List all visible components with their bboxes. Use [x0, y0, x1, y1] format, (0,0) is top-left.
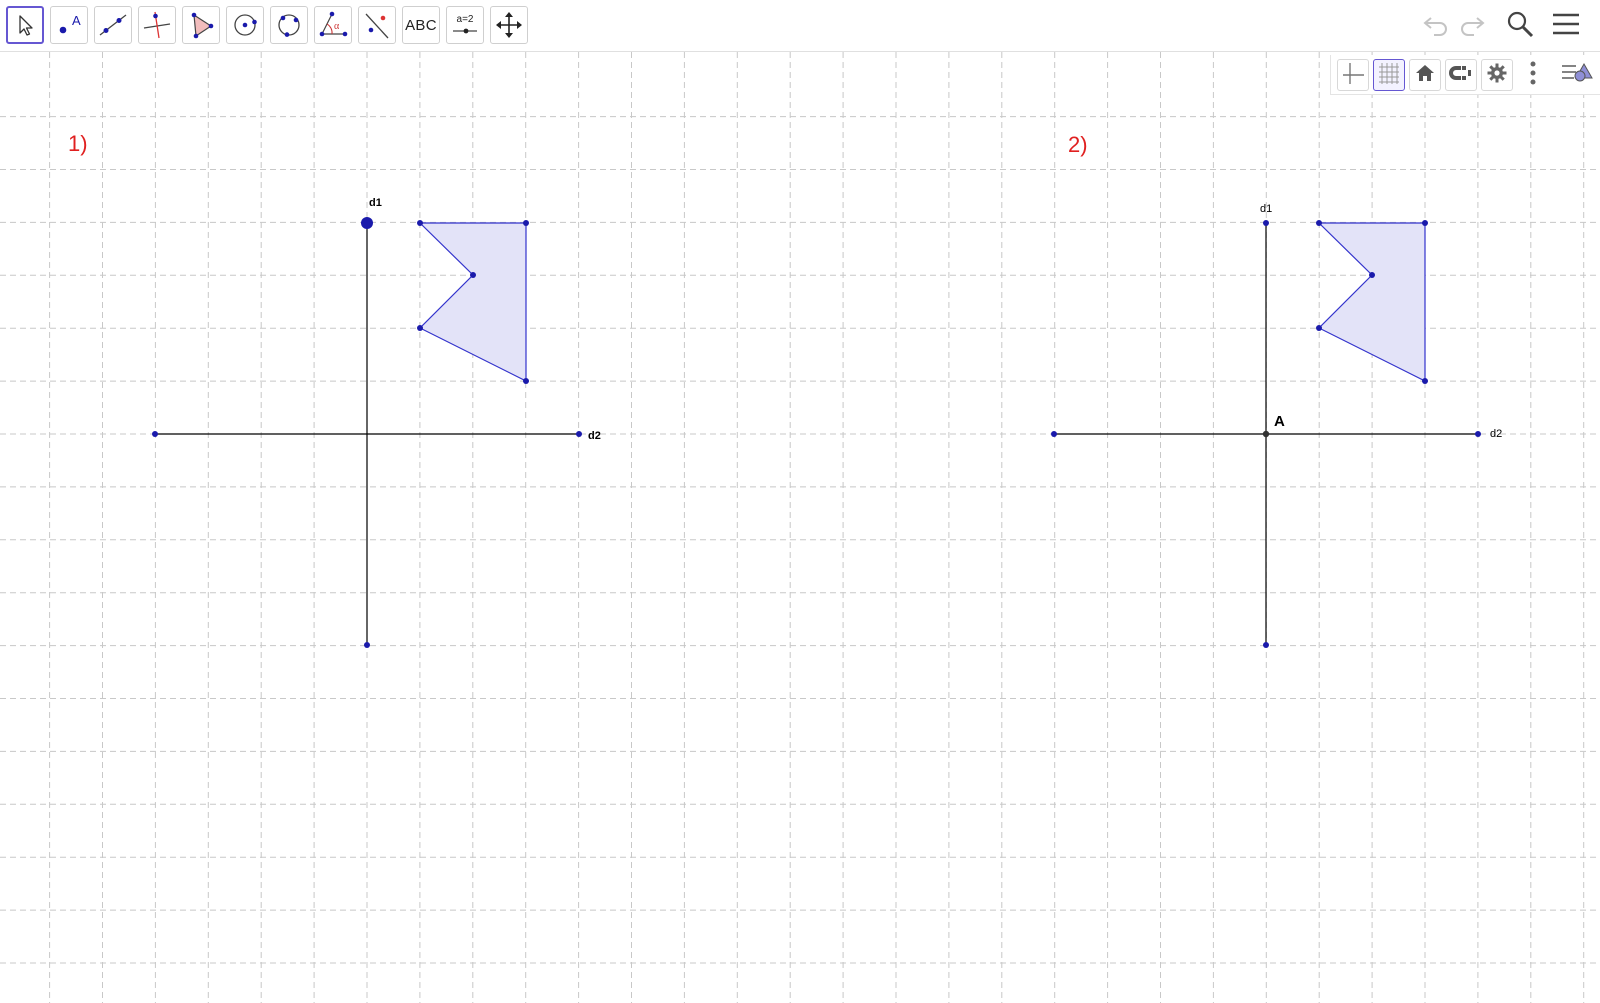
figure-2-vertex[interactable] [1422, 378, 1428, 384]
perpendicular-tool-button[interactable] [138, 6, 176, 44]
grid [0, 52, 1600, 1003]
figure-1-d1-label: d1 [369, 197, 382, 209]
move-graphics-tool-button[interactable] [490, 6, 528, 44]
angle-icon: α [318, 10, 348, 40]
more-options-button[interactable] [1517, 59, 1549, 91]
redo-button[interactable] [1454, 8, 1490, 44]
polygon-icon [186, 10, 216, 40]
perpendicular-line-icon [142, 10, 172, 40]
style-bar-toggle-icon [1560, 60, 1594, 91]
figure-2-point-d2-left[interactable] [1051, 431, 1057, 437]
main-menu-button[interactable] [1548, 8, 1584, 44]
figure-2-label: 2) [1068, 132, 1088, 157]
circle-three-points-tool-button[interactable] [270, 6, 308, 44]
search-icon [1505, 9, 1535, 44]
figure-2-point-d2-right[interactable] [1475, 431, 1481, 437]
slider-tool-button[interactable]: a=2 [446, 6, 484, 44]
circle-three-points-icon [274, 10, 304, 40]
figure-1-d2-label: d2 [588, 430, 601, 442]
toggle-axes-button[interactable] [1337, 59, 1369, 91]
undo-button[interactable] [1418, 8, 1454, 44]
figure-2-vertex[interactable] [1422, 220, 1428, 226]
point-capturing-icon [1448, 62, 1474, 89]
figure-2-vertex[interactable] [1316, 325, 1322, 331]
text-tool-button[interactable]: ABC [402, 6, 440, 44]
slider-tool-label: a=2 [457, 14, 474, 25]
toolbar: A α ABC a=2 [0, 0, 1600, 52]
more-vertical-icon [1528, 60, 1538, 91]
toggle-grid-button[interactable] [1373, 59, 1405, 91]
figure-1-point-d1-top[interactable] [361, 217, 373, 229]
angle-tool-button[interactable]: α [314, 6, 352, 44]
point-tool-glyph: A [72, 13, 81, 28]
reflect-tool-button[interactable] [358, 6, 396, 44]
point-capturing-button[interactable] [1445, 59, 1477, 91]
axes-icon [1341, 61, 1365, 90]
polygon-tool-button[interactable] [182, 6, 220, 44]
figure-2-point-d1-top[interactable] [1263, 220, 1269, 226]
gear-icon [1486, 62, 1508, 89]
figure-1-vertex[interactable] [417, 220, 423, 226]
search-button[interactable] [1502, 8, 1538, 44]
figure-1-label: 1) [68, 131, 88, 156]
figure-2: 2) d1 d2 A [1051, 132, 1502, 648]
figure-1-vertex[interactable] [470, 272, 476, 278]
figure-1-vertex[interactable] [523, 378, 529, 384]
settings-button[interactable] [1481, 59, 1513, 91]
move-tool-button[interactable] [6, 6, 44, 44]
figure-2-d1-label: d1 [1260, 203, 1272, 215]
redo-icon [1458, 12, 1486, 41]
style-bar-toggle-button[interactable] [1561, 59, 1593, 91]
figure-2-vertex[interactable] [1369, 272, 1375, 278]
grid-icon [1377, 61, 1401, 90]
text-tool-label: ABC [405, 16, 437, 34]
circle-center-point-icon [230, 10, 260, 40]
figure-2-d2-label: d2 [1490, 428, 1502, 440]
figure-1-vertex[interactable] [417, 325, 423, 331]
figure-2-point-a-label: A [1274, 413, 1285, 430]
slider-icon: a=2 [450, 10, 480, 40]
point-tool-button[interactable]: A [50, 6, 88, 44]
move-arrow-icon [14, 13, 36, 37]
reflect-about-line-icon [362, 10, 392, 40]
graphics-style-bar [1330, 55, 1600, 95]
hamburger-menu-icon [1552, 12, 1580, 41]
figure-1: 1) d1 d2 [68, 131, 601, 648]
figure-2-point-d1-bottom[interactable] [1263, 642, 1269, 648]
figure-2-point-a[interactable] [1262, 430, 1270, 438]
graphics-view[interactable]: 1) d1 d2 2) d1 d2 A [0, 52, 1600, 1003]
circle-tool-button[interactable] [226, 6, 264, 44]
standard-view-button[interactable] [1409, 59, 1441, 91]
figure-1-point-d2-right[interactable] [576, 431, 582, 437]
angle-tool-glyph: α [334, 21, 340, 32]
line-through-two-points-icon [98, 10, 128, 40]
figure-2-vertex[interactable] [1316, 220, 1322, 226]
point-icon: A [54, 10, 84, 40]
undo-icon [1422, 12, 1450, 41]
line-tool-button[interactable] [94, 6, 132, 44]
figure-1-point-d2-left[interactable] [152, 431, 158, 437]
figure-1-point-d1-bottom[interactable] [364, 642, 370, 648]
move-graphics-view-icon [494, 10, 524, 40]
home-icon [1414, 62, 1436, 89]
figure-1-vertex[interactable] [523, 220, 529, 226]
